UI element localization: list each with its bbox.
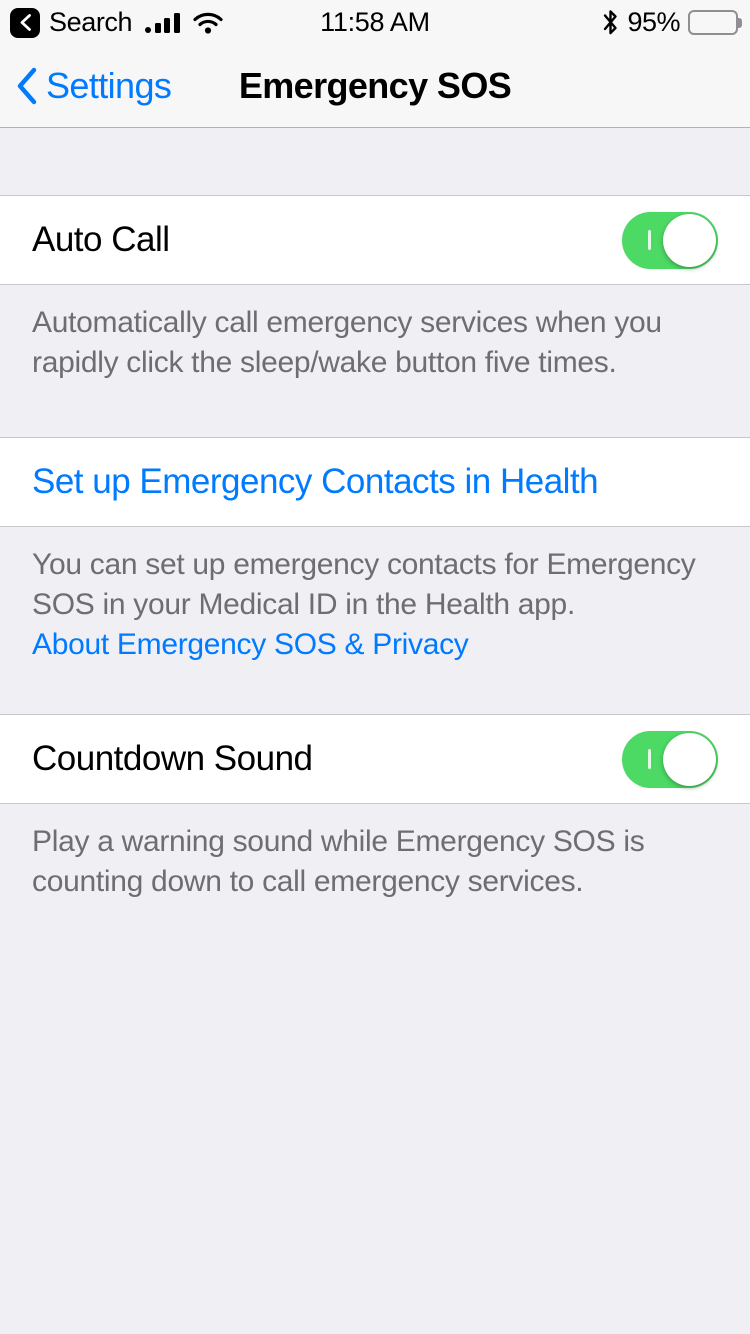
auto-call-footer-text: Automatically call emergency services wh… (32, 306, 662, 379)
battery-icon (688, 10, 742, 35)
auto-call-label: Auto Call (32, 220, 170, 259)
section-spacer-1 (0, 404, 750, 437)
row-auto-call[interactable]: Auto Call (0, 196, 750, 284)
auto-call-footer: Automatically call emergency services wh… (0, 285, 750, 405)
section-spacer-2 (0, 686, 750, 715)
countdown-sound-footer-text: Play a warning sound while Emergency SOS… (32, 825, 645, 899)
emergency-contacts-footer: You can set up emergency contacts for Em… (0, 526, 750, 687)
toggle-knob (663, 213, 716, 267)
countdown-sound-group: Countdown Sound (0, 714, 750, 805)
status-bar-right-group: 95% (602, 7, 742, 38)
page-title: Emergency SOS (238, 65, 512, 106)
bluetooth-icon (602, 9, 619, 36)
toggle-knob (663, 732, 716, 786)
countdown-sound-label: Countdown Sound (32, 739, 313, 779)
row-setup-emergency-contacts[interactable]: Set up Emergency Contacts in Health (0, 437, 750, 526)
emergency-sos-settings-screen: Search 11:58 AM 95% Settings Emergency S… (0, 0, 750, 1334)
emergency-contacts-group: Set up Emergency Contacts in Health (0, 436, 750, 527)
battery-percent-label: 95% (627, 7, 680, 37)
about-emergency-sos-privacy-link[interactable]: About Emergency SOS & Privacy (32, 625, 469, 665)
settings-content: Auto Call Automatically call emergency s… (0, 128, 750, 1334)
toggle-on-mark (648, 230, 651, 250)
countdown-sound-footer: Play a warning sound while Emergency SOS… (0, 804, 750, 925)
row-countdown-sound[interactable]: Countdown Sound (0, 715, 750, 804)
navigation-bar: Settings Emergency SOS (0, 45, 750, 128)
setup-emergency-contacts-link[interactable]: Set up Emergency Contacts in Health (32, 462, 718, 502)
bottom-filler (0, 924, 750, 1334)
countdown-sound-toggle[interactable] (622, 730, 718, 788)
top-spacer (0, 128, 750, 195)
auto-call-toggle[interactable] (622, 211, 718, 269)
toggle-on-mark (648, 749, 651, 770)
emergency-contacts-footer-text: You can set up emergency contacts for Em… (32, 547, 696, 621)
auto-call-group: Auto Call (0, 195, 750, 285)
status-bar: Search 11:58 AM 95% (0, 0, 750, 45)
